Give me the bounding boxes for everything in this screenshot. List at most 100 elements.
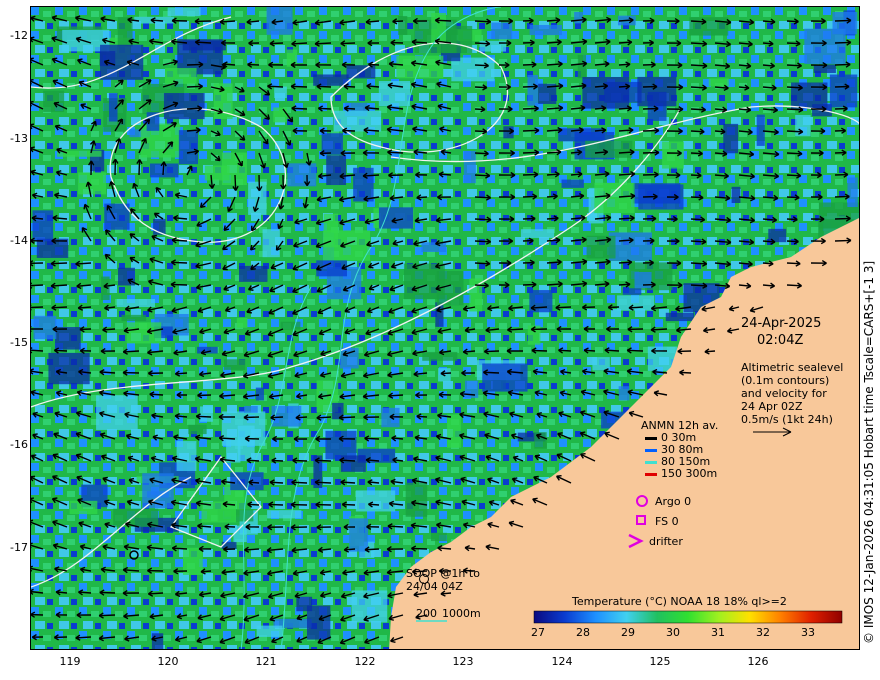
sst-patch — [527, 325, 541, 345]
sst-patch — [332, 402, 344, 420]
x-tick-label: 124 — [551, 655, 573, 668]
sst-patch — [577, 54, 587, 79]
x-tick-label: 126 — [747, 655, 769, 668]
isobath-legend-label: 200 — [416, 607, 437, 620]
colorbar-tick: 30 — [666, 626, 680, 639]
soop-label: SOOP @1h to — [406, 567, 480, 580]
sst-patch — [262, 229, 280, 258]
sst-patch — [313, 74, 349, 86]
sst-patch — [355, 490, 396, 512]
sst-patch — [421, 242, 447, 253]
sst-patch — [236, 318, 248, 328]
sst-patch — [618, 386, 630, 401]
fs-label: FS 0 — [655, 515, 679, 528]
x-tick-label: 120 — [157, 655, 179, 668]
velocity-arrow — [858, 196, 859, 197]
sst-patch — [665, 312, 695, 322]
velocity-arrow — [858, 130, 859, 131]
sst-patch — [167, 7, 201, 17]
sst-patch — [768, 228, 787, 243]
sst-patch — [617, 295, 655, 311]
sst-patch — [188, 424, 207, 435]
date-label: 24-Apr-2025 — [741, 316, 822, 331]
sst-patch — [561, 179, 584, 188]
sst-patch — [69, 500, 98, 515]
sst-patch — [637, 76, 677, 107]
colorbar-tick: 32 — [756, 626, 770, 639]
sst-patch — [255, 387, 264, 401]
sst-patch — [632, 183, 681, 204]
sst-patch — [78, 172, 106, 195]
soop-label: 24/04 04Z — [406, 580, 463, 593]
sst-patch — [151, 633, 164, 649]
argo-label: Argo 0 — [655, 495, 692, 508]
sst-patch — [349, 518, 369, 552]
colorbar-tick: 27 — [531, 626, 545, 639]
sst-patch — [237, 425, 255, 462]
sst-patch — [280, 321, 301, 330]
y-tick-label: -13 — [10, 132, 28, 145]
velocity-arrow — [858, 152, 859, 153]
isobath-legend-label: 1000m — [442, 607, 481, 620]
sst-patch — [325, 430, 357, 460]
sst-patch — [463, 150, 476, 184]
sst-patch — [582, 76, 630, 109]
velocity-arrow — [858, 64, 859, 65]
sst-patch — [274, 86, 287, 98]
x-tick-label: 125 — [649, 655, 671, 668]
y-tick-label: -14 — [10, 234, 28, 247]
sst-patch — [165, 68, 197, 84]
sst-patch — [333, 110, 382, 132]
sst-patch — [594, 182, 635, 214]
sst-patch — [221, 541, 237, 549]
y-tick-label: -15 — [10, 336, 28, 349]
x-tick-label: 121 — [255, 655, 277, 668]
sst-patch — [273, 107, 287, 123]
sst-patch — [204, 165, 230, 181]
sst-patch — [447, 414, 461, 448]
sst-patch — [527, 74, 539, 106]
sst-patch — [689, 17, 729, 36]
map-area[interactable]: 24-Apr-2025 02:04Z Altimetric sealevel (… — [30, 6, 860, 650]
sst-patch — [431, 532, 447, 542]
sst-patch — [176, 441, 197, 471]
sst-patch — [586, 235, 616, 259]
sst-patch — [622, 288, 642, 295]
colorbar-tick: 28 — [576, 626, 590, 639]
sst-patch — [321, 133, 343, 155]
credit-text: © IMOS 12-Jan-2026 04:31:05 Hobart time … — [862, 260, 876, 644]
sst-patch — [340, 455, 366, 472]
x-tick-label: 122 — [354, 655, 376, 668]
sst-patch — [118, 267, 135, 286]
sst-patch — [378, 81, 411, 107]
sst-patch — [404, 263, 445, 300]
sst-patch — [339, 347, 359, 369]
y-tick-label: -12 — [10, 29, 28, 42]
sst-patch — [723, 123, 739, 154]
sst-patch — [287, 163, 317, 187]
sst-patch — [326, 155, 347, 186]
x-tick-label: 123 — [452, 655, 474, 668]
sst-patch — [244, 405, 258, 413]
sst-patch — [55, 327, 81, 350]
temperature-colorbar — [533, 610, 843, 624]
sst-patch — [267, 510, 302, 519]
sst-patch — [200, 406, 213, 422]
colorbar-tick: 29 — [621, 626, 635, 639]
sst-patch — [43, 90, 65, 112]
sst-patch — [662, 141, 684, 169]
sst-patch — [592, 357, 610, 371]
info-line: 0.5m/s (1kt 24h) — [741, 413, 833, 426]
sst-patch — [116, 299, 155, 308]
velocity-arrow — [858, 20, 859, 21]
info-line: (0.1m contours) — [741, 374, 830, 387]
sst-patch — [224, 359, 246, 370]
anmn-item: 150 300m — [645, 467, 717, 480]
sst-patch — [126, 322, 162, 344]
velocity-arrow — [858, 86, 859, 87]
sst-patch — [378, 207, 414, 229]
sst-patch — [405, 482, 428, 517]
sst-patch — [33, 315, 57, 340]
sst-patch — [574, 11, 583, 24]
sst-patch — [482, 363, 528, 392]
